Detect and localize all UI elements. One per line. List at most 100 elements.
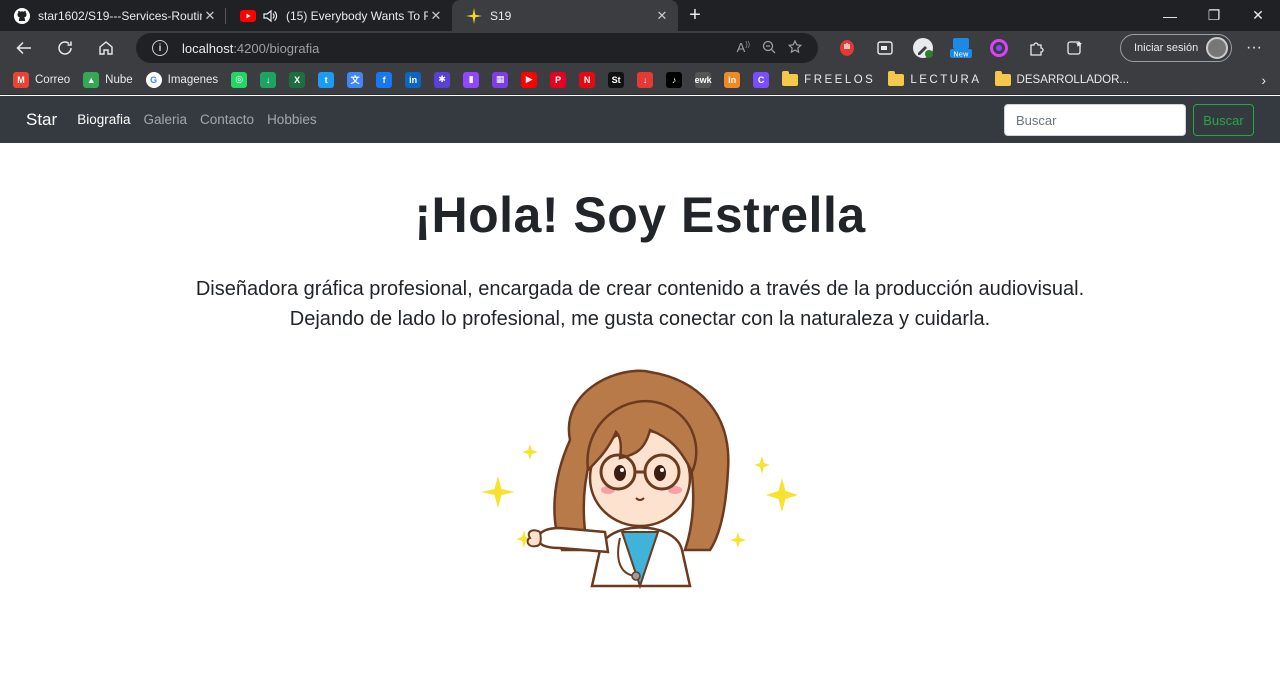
bookmark-correo[interactable]: M Correo bbox=[13, 71, 70, 88]
bookmark-in[interactable]: in bbox=[724, 71, 741, 88]
whatsapp-icon: ◎ bbox=[231, 71, 248, 88]
tab-youtube[interactable]: (15) Everybody Wants To Ru ✕ bbox=[226, 0, 452, 31]
github-icon bbox=[14, 7, 30, 24]
doctor-girl-illustration bbox=[470, 360, 810, 600]
bookmark-pinterest[interactable]: P bbox=[550, 71, 567, 88]
nav-link-galeria[interactable]: Galeria bbox=[143, 112, 187, 127]
svg-text:New: New bbox=[953, 51, 969, 59]
new-extension-icon[interactable]: New bbox=[947, 35, 975, 61]
bookmarks-bar: M Correo ▲ Nube G Imagenes ◎ ↓ Xt 文 f in ✱ ▮ ▦ ▶ P N St ↓ ♪ e… bbox=[0, 65, 1280, 95]
bookmark-lectura[interactable]: LECTURA bbox=[888, 70, 981, 86]
new-tab-button[interactable]: + bbox=[678, 0, 712, 31]
bookmark-st[interactable]: St bbox=[608, 71, 625, 88]
folder-icon bbox=[994, 70, 1011, 86]
bookmark-imagenes[interactable]: G Imagenes bbox=[145, 71, 218, 88]
favorite-star-icon[interactable] bbox=[787, 39, 804, 57]
bookmark-translate[interactable]: 文 bbox=[347, 71, 364, 88]
bookmark-linkedin[interactable]: in bbox=[405, 71, 422, 88]
tab-github[interactable]: star1602/S19---Services-Routing ✕ bbox=[0, 0, 226, 31]
bookmark-c[interactable]: C bbox=[753, 71, 770, 88]
read-aloud-icon[interactable]: A)) bbox=[737, 40, 750, 57]
close-icon[interactable]: ✕ bbox=[654, 8, 670, 24]
more-menu-icon[interactable]: ··· bbox=[1240, 35, 1268, 61]
bookmark-twitch[interactable]: ▮ bbox=[463, 71, 480, 88]
nav-link-biografia[interactable]: Biografia bbox=[77, 112, 130, 127]
app-icon: ✱ bbox=[434, 71, 451, 88]
download-red-icon: ↓ bbox=[637, 71, 654, 88]
intro-line-1: Diseñadora gráfica profesional, encargad… bbox=[195, 278, 1085, 300]
folder-icon bbox=[782, 70, 799, 86]
home-icon[interactable] bbox=[89, 33, 123, 63]
back-arrow-icon[interactable] bbox=[7, 33, 41, 63]
netflix-icon: N bbox=[579, 71, 596, 88]
browser-tab-bar: star1602/S19---Services-Routing ✕ (15) E… bbox=[0, 0, 1280, 31]
close-icon[interactable]: ✕ bbox=[202, 8, 218, 24]
bookmark-grid[interactable]: ▦ bbox=[492, 71, 509, 88]
eyedropper-icon[interactable] bbox=[909, 35, 937, 61]
chevron-right-icon[interactable]: › bbox=[1261, 72, 1266, 88]
minimize-icon[interactable]: — bbox=[1148, 0, 1192, 31]
nav-link-contacto[interactable]: Contacto bbox=[200, 112, 254, 127]
bookmark-whatsapp[interactable]: ◎ bbox=[231, 71, 248, 88]
reload-icon[interactable] bbox=[48, 33, 82, 63]
search-input[interactable] bbox=[1004, 104, 1186, 136]
bookmark-excel[interactable]: X bbox=[289, 71, 306, 88]
puzzle-extensions-icon[interactable] bbox=[1023, 35, 1051, 61]
avatar bbox=[1206, 37, 1228, 59]
restore-icon[interactable]: ❐ bbox=[1192, 0, 1236, 31]
bookmark-download-red[interactable]: ↓ bbox=[637, 71, 654, 88]
hand-stop-icon[interactable] bbox=[833, 35, 861, 61]
bookmark-ewk[interactable]: ewk bbox=[695, 71, 712, 88]
bookmark-freelos[interactable]: FREELOS bbox=[782, 70, 876, 86]
signin-label: Iniciar sesión bbox=[1134, 42, 1199, 54]
drive-icon: ▲ bbox=[83, 71, 100, 88]
site-navbar: Star Biografia Galeria Contacto Hobbies … bbox=[0, 96, 1280, 143]
gmail-icon: M bbox=[13, 71, 29, 88]
linkedin-icon: in bbox=[405, 71, 422, 88]
intro-paragraph: Diseñadora gráfica profesional, encargad… bbox=[0, 274, 1280, 334]
nav-link-hobbies[interactable]: Hobbies bbox=[267, 112, 317, 127]
bookmark-nube[interactable]: ▲ Nube bbox=[83, 71, 133, 88]
address-bar[interactable]: i localhost:4200/biografia A)) bbox=[136, 33, 818, 63]
bookmark-twitter[interactable]: t bbox=[318, 71, 335, 88]
window-icon[interactable] bbox=[871, 35, 899, 61]
color-wheel-icon[interactable] bbox=[985, 35, 1013, 61]
download-green-icon: ↓ bbox=[260, 71, 277, 88]
tab-s19[interactable]: S19 ✕ bbox=[452, 0, 678, 31]
page-title: ¡Hola! Soy Estrella bbox=[414, 187, 866, 243]
twitter-icon: t bbox=[318, 71, 335, 88]
excel-icon: X bbox=[289, 71, 306, 88]
youtube-icon bbox=[240, 8, 256, 24]
intro-line-2: Dejando de lado lo profesional, me gusta… bbox=[289, 308, 991, 330]
signin-button[interactable]: Iniciar sesión bbox=[1120, 34, 1232, 62]
bookmark-youtube[interactable]: ▶ bbox=[521, 71, 538, 88]
bookmark-netflix[interactable]: N bbox=[579, 71, 596, 88]
bookmark-tiktok[interactable]: ♪ bbox=[666, 71, 683, 88]
c-icon: C bbox=[753, 71, 770, 88]
bookmark-download-green[interactable]: ↓ bbox=[260, 71, 277, 88]
browser-toolbar: i localhost:4200/biografia A)) New Inici… bbox=[0, 31, 1280, 65]
brand-logo[interactable]: Star bbox=[26, 110, 57, 130]
close-window-icon[interactable]: ✕ bbox=[1236, 0, 1280, 31]
bookmark-label: Nube bbox=[105, 73, 133, 86]
facebook-icon: f bbox=[376, 71, 393, 88]
bookmark-app[interactable]: ✱ bbox=[434, 71, 451, 88]
speaker-icon[interactable] bbox=[262, 8, 278, 24]
extensions-area: New bbox=[833, 35, 1089, 61]
twitch-icon: ▮ bbox=[463, 71, 480, 88]
window-controls: — ❐ ✕ bbox=[1148, 0, 1280, 31]
bookmark-facebook[interactable]: f bbox=[376, 71, 393, 88]
tab-title: star1602/S19---Services-Routing bbox=[38, 8, 202, 23]
google-icon: G bbox=[145, 71, 162, 88]
youtube-icon: ▶ bbox=[521, 71, 538, 88]
st-icon: St bbox=[608, 71, 625, 88]
sparkle-icon bbox=[466, 7, 482, 24]
zoom-icon[interactable] bbox=[762, 40, 776, 57]
search-button[interactable]: Buscar bbox=[1193, 104, 1254, 136]
bookmark-label: DESARROLLADOR... bbox=[1016, 73, 1130, 86]
bookmark-desarrollador[interactable]: DESARROLLADOR... bbox=[994, 70, 1130, 86]
close-icon[interactable]: ✕ bbox=[428, 8, 444, 24]
bookmark-label: FREELOS bbox=[804, 73, 876, 86]
info-icon[interactable]: i bbox=[152, 40, 168, 56]
favorites-collection-icon[interactable] bbox=[1061, 35, 1089, 61]
